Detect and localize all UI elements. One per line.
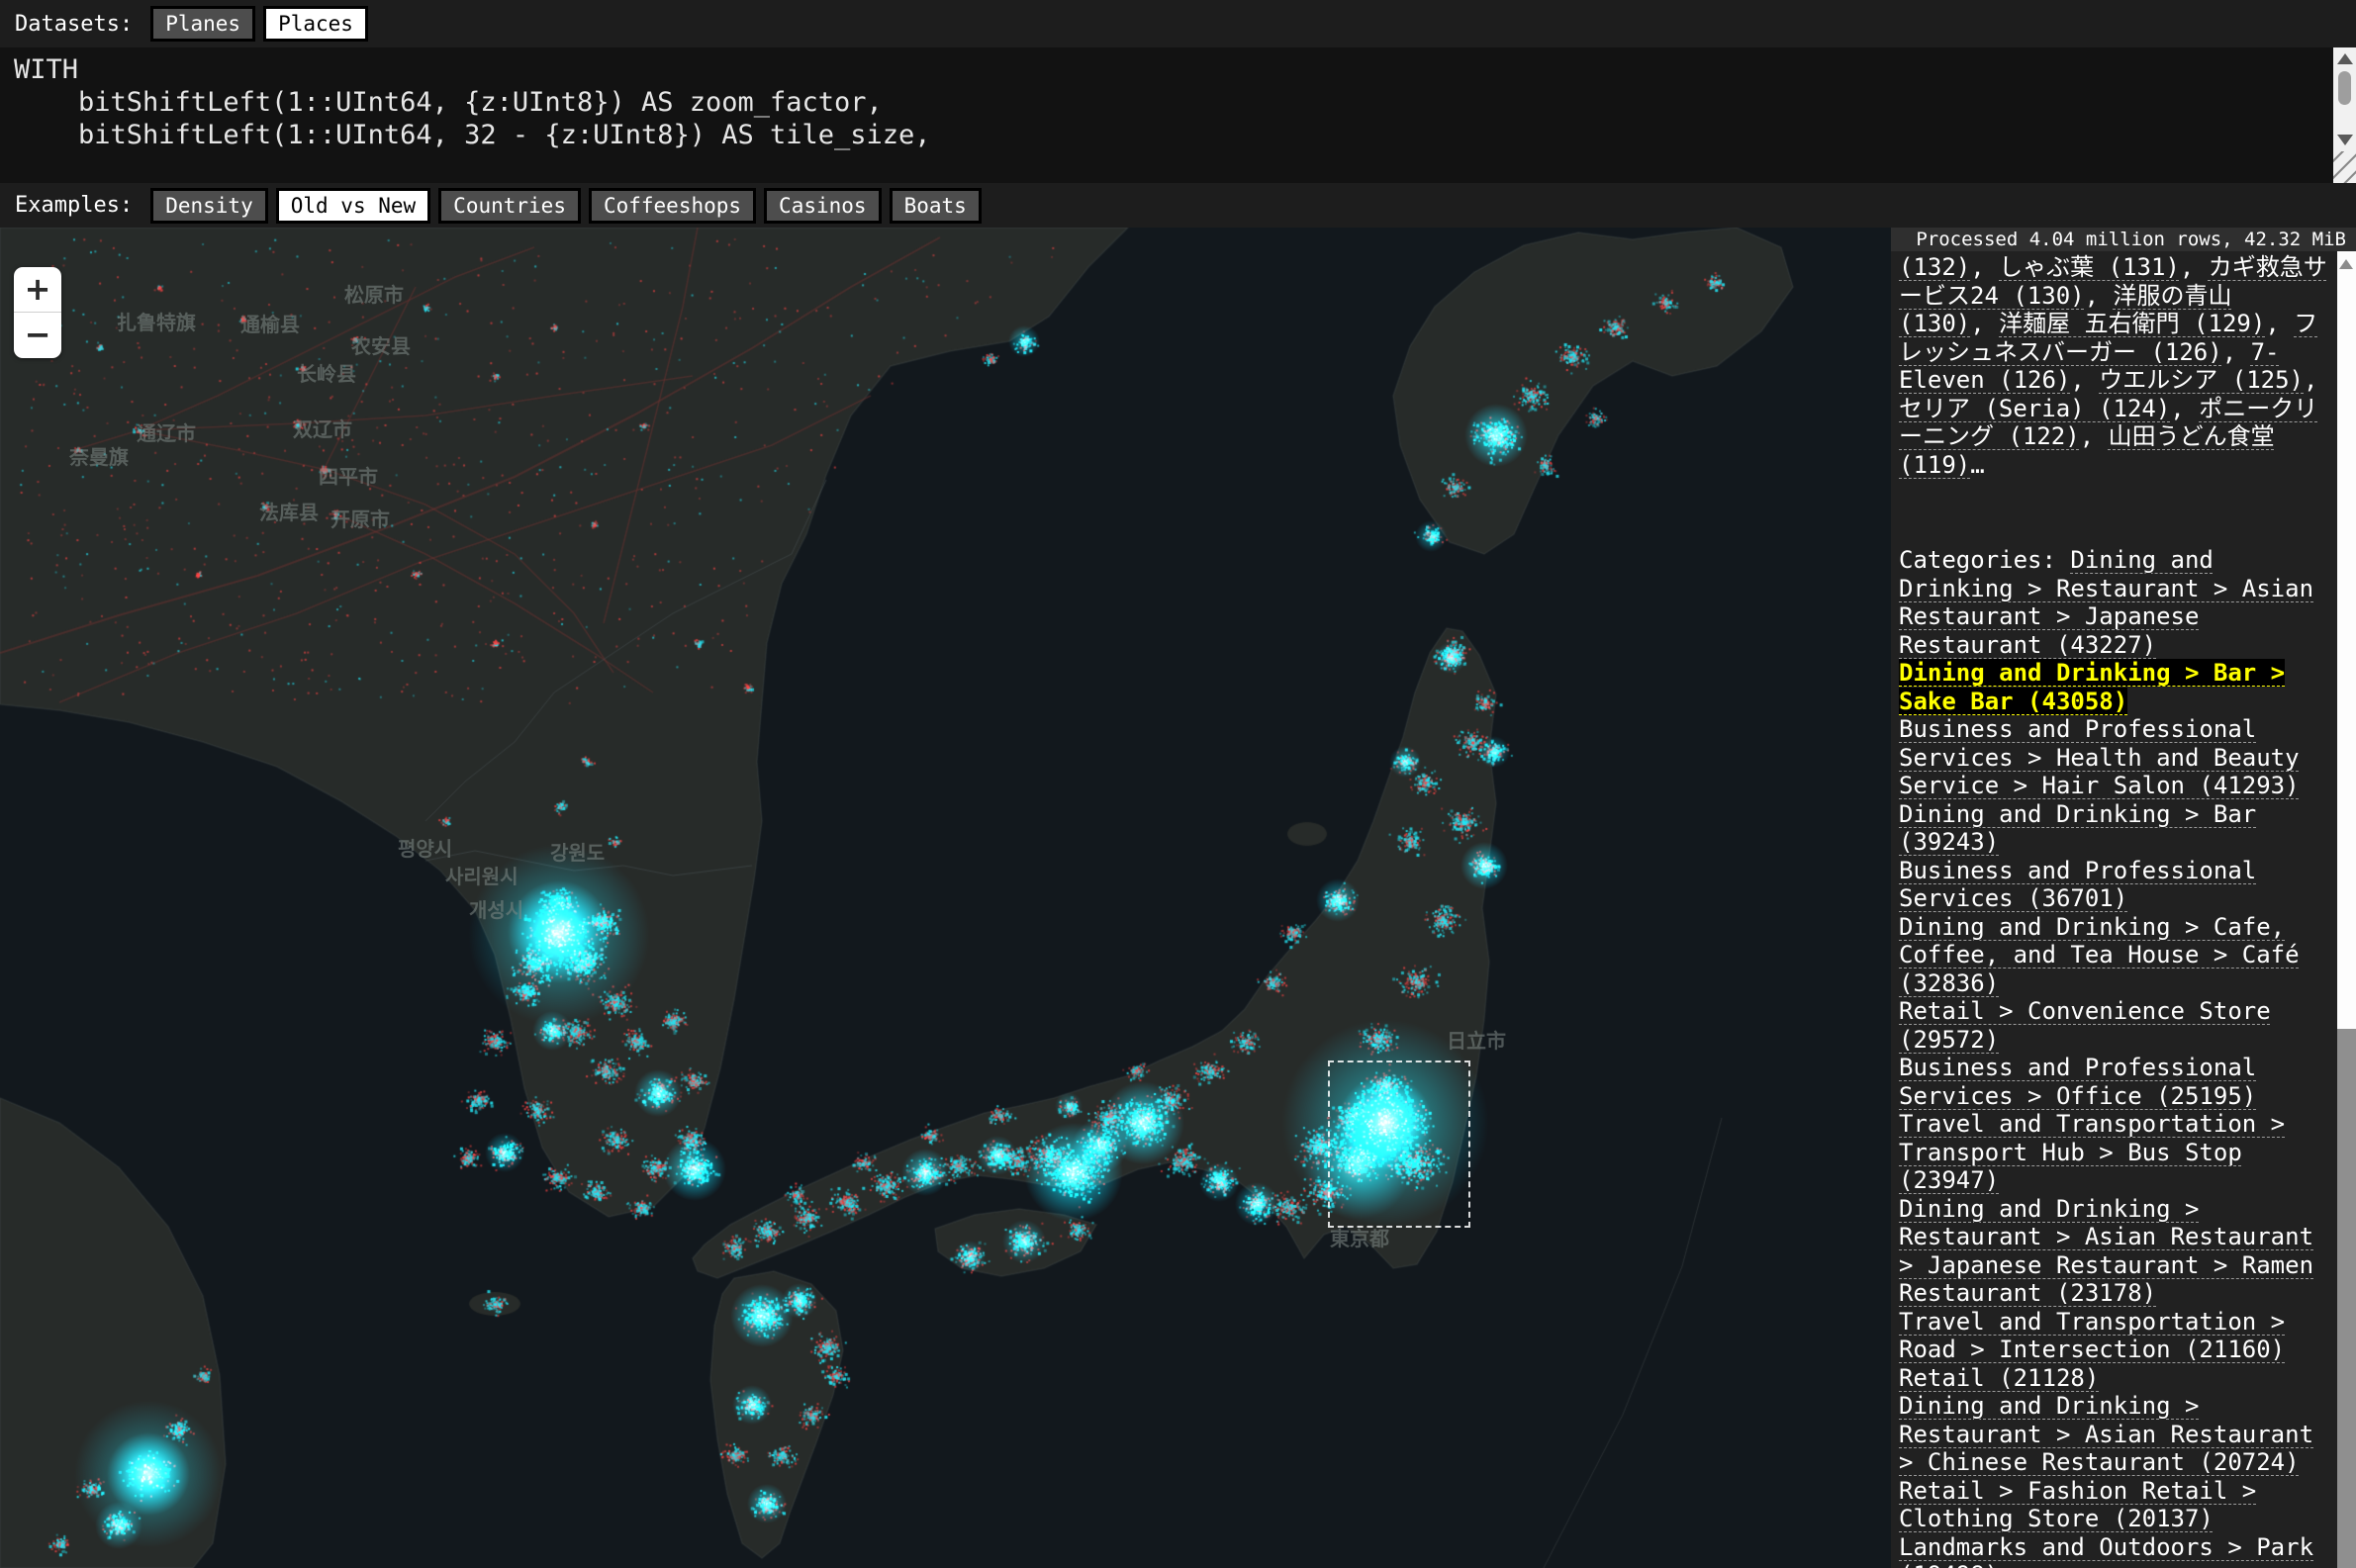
dataset-button-places[interactable]: Places	[263, 6, 368, 42]
map-canvas-area[interactable]: 扎鲁特旗 通榆县 松原市农安县长岭县通辽市 双辽市奈曼旗四平市法库县开原市 평양시 강원도…	[0, 228, 1891, 1568]
place-name-link[interactable]: セリア (Seria) (124)	[1899, 395, 2170, 422]
places-visualization-app: Datasets: Planes Places WITH bitShiftLef…	[0, 0, 2356, 1568]
zoom-in-button[interactable]: +	[14, 267, 61, 313]
map-tiles[interactable]	[0, 228, 1891, 1568]
map-place-label: 개성시	[469, 894, 523, 923]
categories-label: Categories:	[1899, 546, 2070, 574]
examples-row: Examples: Density Old vs New Countries C…	[0, 183, 2356, 228]
map-place-label: 松原市	[344, 279, 404, 308]
place-name-link[interactable]: ウエルシア (125)	[2099, 366, 2304, 394]
category-link[interactable]: Business and Professional Services > Hea…	[1899, 715, 2300, 799]
example-button-density[interactable]: Density	[150, 188, 268, 224]
sql-scrollbar[interactable]	[2333, 47, 2356, 151]
dataset-button-planes[interactable]: Planes	[150, 6, 255, 42]
category-link[interactable]: Retail > Fashion Retail > Clothing Store…	[1899, 1477, 2256, 1533]
sql-editor[interactable]: WITH bitShiftLeft(1::UInt64, {z:UInt8}) …	[0, 47, 2356, 183]
example-button-boats[interactable]: Boats	[890, 188, 982, 224]
map-place-label: 通榆县	[240, 309, 300, 337]
example-button-countries[interactable]: Countries	[438, 188, 581, 224]
category-link-highlighted[interactable]: Dining and Drinking > Bar > Sake Bar (43…	[1899, 659, 2285, 715]
map-place-label: 扎鲁特旗	[117, 307, 196, 335]
sidebar-scrollbar-thumb[interactable]	[2337, 1029, 2356, 1568]
scroll-up-icon[interactable]	[2339, 259, 2353, 269]
sidebar-content: (132), しゃぶ葉 (131), カギ救急サービス24 (130), 洋服の…	[1899, 253, 2331, 1568]
category-link[interactable]: Business and Professional Services (3670…	[1899, 857, 2256, 913]
category-link[interactable]: Retail > Convenience Store (29572)	[1899, 997, 2271, 1054]
map-place-label: 双辽市	[293, 414, 352, 442]
category-link[interactable]: Dining and Drinking > Bar (39243)	[1899, 800, 2256, 857]
place-name-link[interactable]: 洋麺屋 五右衛門 (129)	[1999, 310, 2265, 337]
datasets-label: Datasets:	[15, 12, 133, 37]
map-place-label: 农安县	[351, 330, 411, 359]
map-selection-box[interactable]	[1328, 1061, 1470, 1228]
place-name-link[interactable]: しゃぶ葉 (131)	[1999, 253, 2180, 281]
category-link[interactable]: Dining and Drinking > Restaurant > Asian…	[1899, 1195, 2313, 1308]
sql-query-text[interactable]: WITH bitShiftLeft(1::UInt64, {z:UInt8}) …	[0, 47, 2356, 151]
example-button-coffeeshops[interactable]: Coffeeshops	[589, 188, 756, 224]
map-place-label: 사리원시	[445, 861, 518, 889]
categories-list: Categories: Dining and Drinking > Restau…	[1899, 546, 2331, 1568]
scroll-up-icon[interactable]	[2337, 53, 2353, 64]
examples-label: Examples:	[15, 193, 133, 218]
map-place-label: 通辽市	[137, 417, 196, 446]
category-link[interactable]: Business and Professional Services > Off…	[1899, 1054, 2256, 1110]
scroll-down-icon[interactable]	[2337, 135, 2353, 145]
category-link[interactable]: Dining and Drinking > Restaurant > Asian…	[1899, 1392, 2313, 1476]
category-link[interactable]: Dining and Drinking > Cafe, Coffee, and …	[1899, 913, 2300, 997]
category-link[interactable]: Travel and Transportation > Transport Hu…	[1899, 1110, 2285, 1194]
zoom-out-button[interactable]: −	[14, 313, 61, 358]
status-processed: Processed 4.04 million rows, 42.32 MiB	[1891, 228, 2356, 251]
example-button-casinos[interactable]: Casinos	[764, 188, 882, 224]
map-place-label: 开原市	[330, 504, 390, 532]
sql-scrollbar-thumb[interactable]	[2338, 71, 2351, 105]
results-sidebar: Processed 4.04 million rows, 42.32 MiB (…	[1891, 228, 2356, 1568]
map-place-label: 长岭县	[297, 358, 356, 387]
sidebar-scrollbar[interactable]	[2337, 251, 2356, 1568]
map-place-label: 奈曼旗	[69, 441, 129, 470]
category-link[interactable]: Landmarks and Outdoors > Park (19498)	[1899, 1533, 2313, 1568]
category-link[interactable]: Retail (21128)	[1899, 1364, 2099, 1392]
example-button-old-vs-new[interactable]: Old vs New	[276, 188, 430, 224]
map-zoom-control: + −	[14, 267, 61, 358]
datasets-row: Datasets: Planes Places	[0, 0, 2356, 47]
category-link[interactable]: Travel and Transportation > Road > Inter…	[1899, 1308, 2285, 1364]
resize-grip-icon[interactable]	[2333, 151, 2356, 183]
map-place-label: 日立市	[1447, 1025, 1506, 1054]
map-place-label: 강원도	[550, 837, 605, 866]
map-place-label: 四平市	[319, 461, 378, 490]
place-name-link[interactable]: (132)	[1899, 253, 1970, 281]
top-names-list: (132), しゃぶ葉 (131), カギ救急サービス24 (130), 洋服の…	[1899, 253, 2331, 479]
map-place-label: 法库县	[259, 497, 319, 525]
map-place-label: 평양시	[398, 833, 452, 862]
